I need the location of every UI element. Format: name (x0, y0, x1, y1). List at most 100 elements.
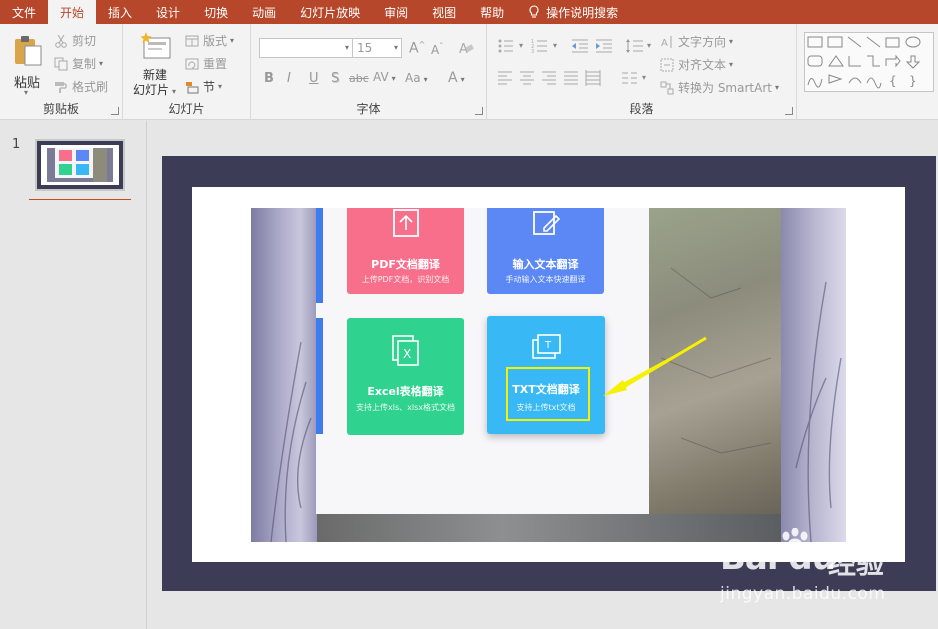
text-direction-icon: A (661, 35, 672, 49)
layout-icon (185, 35, 199, 46)
paragraph-dialog-launcher[interactable] (785, 107, 793, 115)
paintbrush-icon (55, 81, 67, 93)
font-size-value: 15 (357, 41, 373, 55)
align-center-icon (520, 71, 534, 85)
align-text-label: 对齐文本 (678, 58, 727, 72)
char-spacing-icon: AV (373, 70, 389, 84)
tab-view[interactable]: 视图 (420, 0, 468, 24)
font-name-combo[interactable]: ▾ (259, 38, 353, 58)
vertical-textbox-shape-icon (827, 36, 843, 48)
section-icon (186, 81, 199, 93)
grow-font-icon: A (409, 40, 419, 57)
slides-group: 新建 幻灯片 ▾ 版式 ▾ 重置 节 ▾ 幻灯片 (123, 24, 251, 120)
baidu-jingyan-watermark: Bai du 经验 jingyan.baidu.com (720, 528, 935, 608)
reset-button[interactable]: 重置 (185, 55, 227, 72)
copy-button[interactable]: 复制 ▾ (54, 55, 103, 72)
clipboard-dialog-launcher[interactable] (111, 107, 119, 115)
char-spacing-button[interactable]: AV ▾ (373, 70, 396, 84)
thumbnail-insertion-marker (29, 199, 131, 200)
svg-text:▾: ▾ (553, 41, 557, 50)
tab-animations[interactable]: 动画 (240, 0, 288, 24)
layout-button[interactable]: 版式 ▾ (185, 32, 234, 49)
paragraph-group: ▾ 1 2 3 ▾ ▾ A 文字方向 ▾ 对齐文本 ▾ 转换为 SmartArt ▾ ▾ 段… (487, 24, 797, 120)
tell-me-label: 操作说明搜索 (546, 5, 619, 20)
format-painter-button[interactable]: 格式刷 (54, 78, 108, 95)
tab-transitions[interactable]: 切换 (192, 0, 240, 24)
tab-design[interactable]: 设计 (144, 0, 192, 24)
change-case-button[interactable]: Aa ▾ (405, 71, 428, 85)
down-arrow-shape-icon (905, 55, 921, 69)
svg-text:▾: ▾ (647, 41, 651, 50)
tab-home[interactable]: 开始 (48, 0, 97, 24)
clear-formatting-icon[interactable]: A (458, 40, 474, 56)
section-caret[interactable]: ▾ (218, 82, 222, 91)
underline-button[interactable]: U (309, 71, 319, 86)
watermark-baidu-logo: Bai du (720, 538, 836, 578)
font-color-button[interactable]: A ▾ (448, 70, 465, 86)
elbow-connector-icon (867, 55, 880, 67)
paste-dropdown-caret[interactable]: ▾ (24, 88, 28, 97)
grow-font-button[interactable]: A^ (409, 40, 425, 57)
tab-help[interactable]: 帮助 (468, 0, 516, 24)
font-group: ▾ 15 ▾ A^ Aˇ A B I U S abc AV ▾ Aa ▾ A ▾ 字体 (251, 24, 487, 120)
font-size-combo[interactable]: 15 ▾ (352, 38, 402, 58)
shapes-gallery[interactable]: { } (804, 32, 934, 92)
clipboard-group: 粘贴 ▾ 剪切 复制 ▾ 格式刷 剪贴板 (0, 24, 123, 120)
line-spacing-icon[interactable]: ▾ (625, 38, 655, 54)
decrease-indent-icon[interactable] (571, 38, 589, 54)
clipboard-group-label: 剪贴板 (42, 102, 79, 116)
svg-text:▾: ▾ (642, 73, 646, 82)
curve-shape-icon (866, 77, 882, 89)
scissors-icon (55, 34, 67, 48)
new-slide-button[interactable]: 新建 幻灯片 ▾ (131, 30, 181, 98)
arrow-block-icon (885, 54, 901, 68)
smartart-button[interactable]: 转换为 SmartArt ▾ (660, 79, 779, 96)
paste-button[interactable]: 粘贴 ▾ (8, 32, 46, 98)
font-dialog-launcher[interactable] (475, 107, 483, 115)
shrink-font-button[interactable]: Aˇ (431, 42, 443, 57)
new-slide-caret[interactable]: ▾ (172, 87, 176, 96)
text-direction-button[interactable]: A 文字方向 ▾ (660, 33, 733, 50)
slide-picture[interactable]: PDF文档翻译 上传PDF文档，识别文档 输入文本翻译 手动输入文本快速翻译 X… (251, 208, 846, 542)
text-direction-label: 文字方向 (678, 35, 727, 49)
align-text-icon (660, 58, 674, 71)
section-button[interactable]: 节 ▾ (185, 78, 222, 95)
copy-caret[interactable]: ▾ (99, 59, 103, 68)
ribbon-tab-bar: 文件 开始 插入 设计 切换 动画 幻灯片放映 审阅 视图 帮助 操作说明搜索 (0, 0, 938, 24)
slides-group-label: 幻灯片 (168, 102, 205, 116)
section-label: 节 (203, 80, 216, 94)
ribbon: 粘贴 ▾ 剪切 复制 ▾ 格式刷 剪贴板 新建 幻灯片 ▾ 版式 ▾ 重置 节 … (0, 24, 938, 120)
font-name-dropdown-icon[interactable]: ▾ (345, 43, 349, 52)
align-text-button[interactable]: 对齐文本 ▾ (660, 56, 733, 73)
increase-indent-icon[interactable] (595, 38, 613, 54)
tab-insert[interactable]: 插入 (96, 0, 144, 24)
yellow-pointer-arrow (603, 336, 707, 396)
cut-button[interactable]: 剪切 (54, 32, 96, 49)
tell-me-search[interactable]: 操作说明搜索 (516, 0, 630, 24)
lightbulb-icon (529, 5, 539, 18)
tab-review[interactable]: 审阅 (372, 0, 420, 24)
shadow-button[interactable]: S (331, 71, 339, 86)
layout-label: 版式 (203, 34, 228, 48)
triangle-shape-icon (828, 55, 844, 67)
tab-file[interactable]: 文件 (0, 0, 48, 24)
numbering-icon[interactable]: 123▾ (531, 38, 561, 54)
slide-thumbnail-panel: 1 (0, 121, 147, 629)
bold-button[interactable]: B (264, 71, 274, 86)
slide-thumbnail[interactable] (35, 139, 125, 191)
tab-slideshow[interactable]: 幻灯片放映 (288, 0, 372, 24)
slide-canvas[interactable]: PDF文档翻译 上传PDF文档，识别文档 输入文本翻译 手动输入文本快速翻译 X… (162, 156, 936, 591)
bullets-icon[interactable]: ▾ (497, 38, 527, 54)
distributed-icon (585, 70, 601, 86)
font-size-dropdown-icon[interactable]: ▾ (394, 43, 398, 52)
layout-caret[interactable]: ▾ (230, 36, 234, 45)
svg-text:}: } (909, 74, 917, 88)
strikethrough-button[interactable]: abc (349, 72, 369, 85)
arrow-shape-icon (866, 36, 881, 48)
italic-button[interactable]: I (287, 71, 291, 86)
columns-icon[interactable]: ▾ (621, 70, 651, 86)
slide-number: 1 (12, 137, 21, 152)
textbox-shape-icon (807, 36, 823, 48)
change-case-icon: Aa (405, 71, 421, 85)
format-painter-label: 格式刷 (72, 80, 109, 94)
